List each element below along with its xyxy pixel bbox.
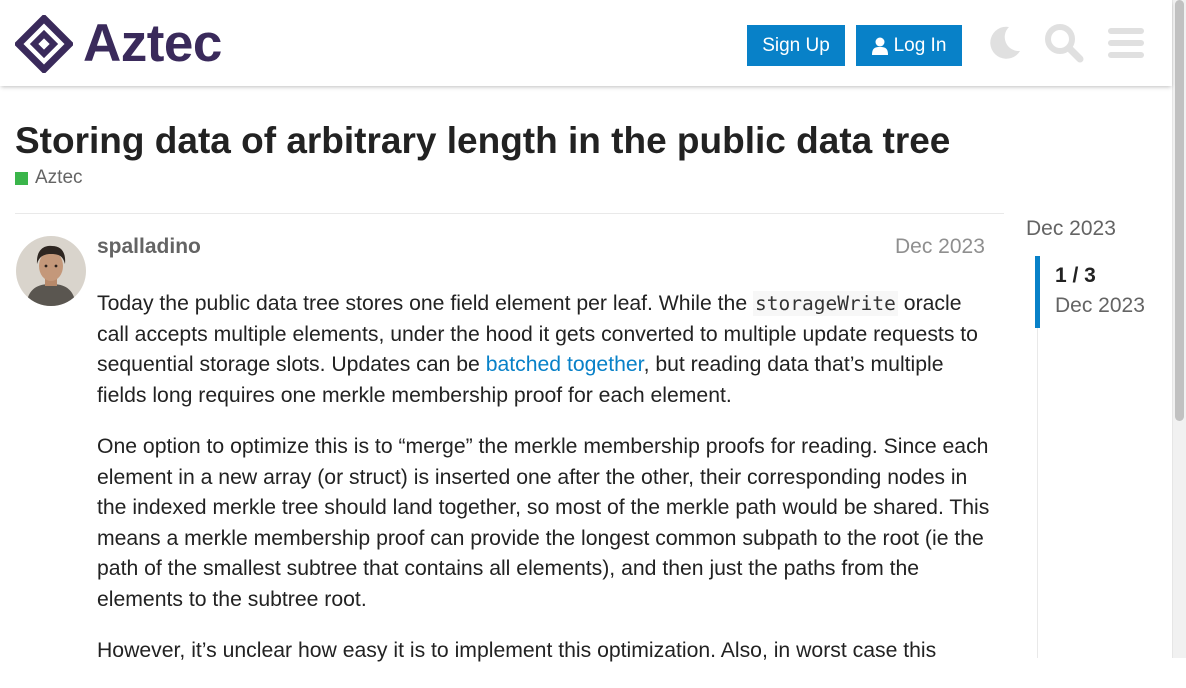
- logo-text: Aztec: [83, 14, 222, 73]
- scrollbar-thumb[interactable]: [1175, 0, 1184, 421]
- post-paragraph-3: However, it’s unclear how easy it is to …: [97, 639, 937, 662]
- timeline-start-date[interactable]: Dec 2023: [1026, 216, 1116, 242]
- site-logo[interactable]: Aztec: [15, 14, 222, 73]
- log-in-button[interactable]: Log In: [856, 25, 962, 66]
- aztec-diamond-icon: [15, 14, 73, 73]
- page-scrollbar[interactable]: [1172, 0, 1186, 658]
- category-label: Aztec: [35, 167, 83, 188]
- category-color-square: [15, 171, 28, 185]
- avatar[interactable]: [16, 236, 86, 306]
- post-date[interactable]: Dec 2023: [895, 234, 985, 260]
- timeline-scroll-handle[interactable]: [1035, 256, 1040, 328]
- batched-together-link[interactable]: batched together: [486, 353, 644, 376]
- timeline-position: 1 / 3: [1055, 264, 1096, 287]
- inline-code: storageWrite: [753, 291, 898, 316]
- sign-up-button[interactable]: Sign Up: [747, 25, 845, 66]
- site-header: Aztec Sign Up Log In: [0, 0, 1172, 86]
- post-author-username[interactable]: spalladino: [97, 234, 201, 260]
- category-badge[interactable]: Aztec: [15, 167, 83, 189]
- post-paragraph-1: Today the public data tree stores one fi…: [97, 291, 978, 407]
- topic-divider: [15, 213, 1004, 214]
- hamburger-menu-icon[interactable]: [1106, 22, 1146, 64]
- topic-title[interactable]: Storing data of arbitrary length in the …: [15, 118, 950, 164]
- post-body: Today the public data tree stores one fi…: [97, 289, 997, 688]
- timeline-current-date: Dec 2023: [1055, 294, 1145, 317]
- search-icon[interactable]: [1044, 22, 1084, 64]
- post-paragraph-2: One option to optimize this is to “merge…: [97, 435, 990, 611]
- user-icon: [871, 37, 888, 55]
- moon-icon[interactable]: [984, 22, 1024, 64]
- log-in-label: Log In: [893, 34, 947, 56]
